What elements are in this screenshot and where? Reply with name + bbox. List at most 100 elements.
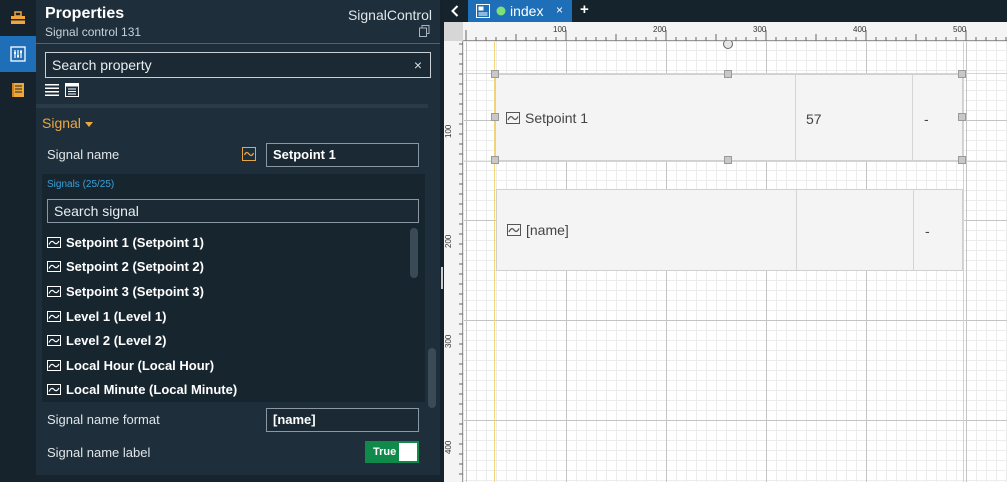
tab-index[interactable]: index × [468,0,572,22]
signal-group-label: Signal [42,115,81,131]
signal-name-label: Signal name [47,147,120,162]
row-signal-value: 57 [806,111,822,127]
copy-icon[interactable] [419,25,430,37]
signal-wave-icon [47,335,61,347]
signal-list-item[interactable]: Local Minute (Local Minute) [47,378,407,403]
tab-title: index [510,3,544,19]
signals-selector: Signals (25/25) Setpoint 1 (Setpoint 1)S… [42,174,425,402]
signal-group-header[interactable]: Signal [42,115,93,131]
clear-search-icon[interactable]: × [414,57,422,73]
page-icon [476,4,490,18]
splitter-handle[interactable] [441,267,443,289]
ruler-top-label: 400 [853,25,867,34]
toolbox-icon [11,11,25,24]
panel-subtitle: Signal control 131 [45,25,142,39]
property-search-input[interactable] [46,53,406,77]
ruler-left-label: 100 [444,124,453,138]
properties-tab-button[interactable] [0,36,36,72]
properties-panel: Properties Signal control 131 SignalCont… [36,0,440,482]
ruler-left-label: 300 [444,334,453,348]
cell-divider [912,75,913,160]
tab-bar: index × + [444,0,1007,22]
signal-search-input[interactable] [48,200,418,222]
panel-scrollbar[interactable] [428,348,436,408]
signal-list-item[interactable]: Level 1 (Level 1) [47,304,407,329]
chevron-down-icon [84,121,93,127]
signal-name-label-toggle[interactable]: True [365,441,419,463]
signal-list: Setpoint 1 (Setpoint 1) Setpoint 2 (Setpo… [47,230,407,402]
ruler-top-ticks [465,30,1007,41]
signal-list-item-label: Setpoint 1 (Setpoint 1) [66,234,204,250]
property-search-box: × [45,52,431,78]
signal-list-item-label: Setpoint 3 (Setpoint 3) [66,283,204,299]
resize-handle[interactable] [958,70,966,78]
signal-list-item-label: Local Hour (Local Hour) [66,357,215,373]
signals-count: Signals (25/25) [47,179,115,190]
signal-control-row[interactable]: [name] - [496,189,963,271]
panel-title: Properties [45,5,125,22]
ruler-top-label: 100 [553,25,567,34]
signal-name-format-label: Signal name format [47,412,160,427]
ruler-left: 100 200 300 400 [444,22,463,482]
document-list-button[interactable] [0,72,36,108]
ruler-left-label: 400 [444,440,453,454]
cell-divider [795,75,796,160]
signal-wave-icon [47,285,61,297]
app-root: Properties Signal control 131 SignalCont… [0,0,1007,482]
icon-bar [0,0,36,482]
signal-list-item-label: Setpoint 2 (Setpoint 2) [66,259,204,275]
collapse-panel-button[interactable] [444,0,466,22]
signal-list-item[interactable]: Setpoint 2 (Setpoint 2) [47,255,407,280]
signal-list-item[interactable]: Level 2 (Level 2) [47,328,407,353]
list-view-icon[interactable] [45,83,59,97]
properties-icon [10,46,26,62]
signal-list-item-label: Level 2 (Level 2) [66,333,167,349]
cell-divider [913,190,914,270]
close-tab-icon[interactable]: × [556,3,563,17]
toolbox-button[interactable] [0,0,36,36]
header-divider [36,43,440,44]
resize-handle[interactable] [724,156,732,164]
resize-handle[interactable] [724,70,732,78]
add-tab-button[interactable]: + [580,1,589,18]
guide-line [963,42,964,482]
toggle-knob [399,443,417,461]
cell-divider [796,190,797,270]
control-type-label: SignalControl [347,7,432,23]
signal-search-box [47,199,419,223]
signal-picker-icon[interactable] [242,147,256,161]
ruler-top-label: 200 [653,25,667,34]
signal-list-scrollbar[interactable] [410,228,418,278]
signal-wave-icon [506,112,520,124]
signal-wave-icon [47,384,61,396]
signal-control-row-selected[interactable]: Setpoint 1 57 - [495,74,963,161]
signal-list-item-label: Local Minute (Local Minute) [66,382,238,398]
resize-handle[interactable] [491,156,499,164]
signal-wave-icon [47,261,61,273]
ruler-top-label: 500 [953,25,967,34]
ruler-left-label: 200 [444,234,453,248]
signal-wave-icon [507,224,521,236]
resize-handle[interactable] [958,156,966,164]
signal-wave-icon [47,236,61,248]
row-signal-unit: - [924,111,929,127]
signal-list-item-label: Level 1 (Level 1) [66,308,167,324]
signal-list-item[interactable]: Setpoint 3 (Setpoint 3) [47,279,407,304]
chevron-left-icon [451,5,459,17]
category-view-icon[interactable] [65,83,79,97]
resize-handle[interactable] [958,113,966,121]
ruler-top-label: 300 [753,25,767,34]
signal-list-item[interactable]: Setpoint 1 (Setpoint 1) [47,230,407,255]
panel-header: Properties Signal control 131 SignalCont… [36,0,440,44]
signal-wave-icon [47,310,61,322]
signal-name-field[interactable]: Setpoint 1 [266,143,419,167]
signal-name-format-field[interactable]: [name] [266,408,419,432]
section-divider [36,104,428,108]
ruler-corner [444,22,463,41]
signal-name-label-label: Signal name label [47,445,151,460]
toggle-value: True [373,446,397,458]
signal-list-item[interactable]: Local Hour (Local Hour) [47,353,407,378]
resize-handle[interactable] [491,70,499,78]
design-canvas[interactable]: Setpoint 1 57 - [name] - 100 200 300 400… [444,22,1007,482]
resize-handle[interactable] [491,113,499,121]
